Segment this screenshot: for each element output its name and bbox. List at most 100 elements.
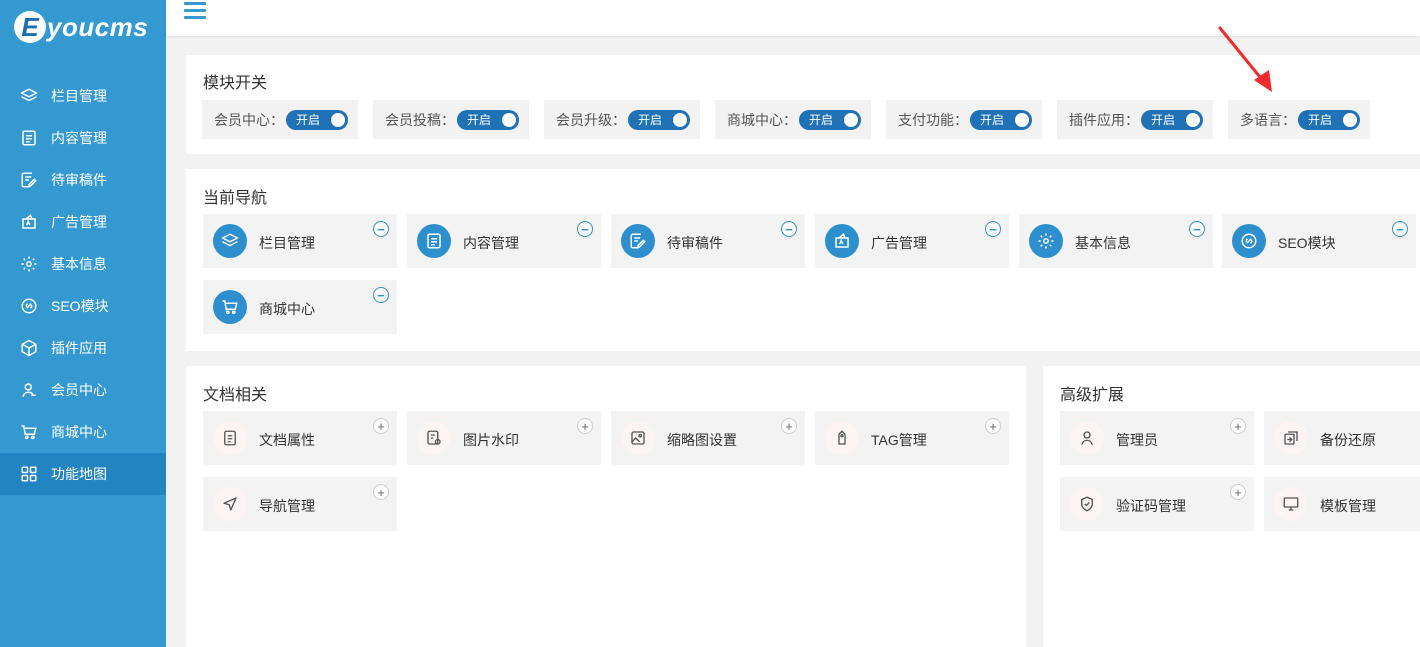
toggle-state: 开启: [809, 112, 834, 127]
remove-button[interactable]: −: [373, 221, 389, 237]
toggle-state: 开启: [1151, 112, 1176, 127]
switch-label: 商城中心：: [727, 111, 797, 128]
doc-card-thumbnail[interactable]: 缩略图设置 +: [611, 411, 805, 465]
toggle-switch[interactable]: 开启: [286, 109, 348, 130]
remove-button[interactable]: −: [1392, 221, 1408, 237]
sidebar-item-label: 功能地图: [51, 466, 107, 482]
monitor-icon: [1274, 487, 1308, 521]
toggle-switch[interactable]: 开启: [970, 109, 1032, 130]
nav-card-columns[interactable]: 栏目管理 −: [203, 214, 397, 268]
switch-multilanguage: 多语言： 开启: [1228, 100, 1370, 139]
toggle-switch[interactable]: 开启: [628, 109, 690, 130]
toggle-knob: [1343, 112, 1357, 127]
doc-card-attributes[interactable]: 文档属性 +: [203, 411, 397, 465]
switch-member-submission: 会员投稿： 开启: [373, 100, 529, 139]
nav-card-content[interactable]: 内容管理 −: [407, 214, 601, 268]
card-label: 待审稿件: [667, 235, 723, 251]
switch-label: 支付功能：: [898, 111, 968, 128]
switch-label: 会员中心：: [214, 111, 284, 128]
card-label: 内容管理: [463, 235, 519, 251]
cube-icon: [21, 339, 37, 357]
toggle-state: 开启: [296, 112, 321, 127]
card-label: 基本信息: [1075, 235, 1131, 251]
link-icon: [1232, 224, 1266, 258]
switch-payment: 支付功能： 开启: [886, 100, 1042, 139]
sidebar-item-basic-info[interactable]: 基本信息: [0, 243, 166, 285]
doc-card-navigation[interactable]: 导航管理 +: [203, 477, 397, 531]
sidebar-item-plugins[interactable]: 插件应用: [0, 327, 166, 369]
sidebar-item-label: 栏目管理: [51, 88, 107, 104]
nav-card-pending[interactable]: 待审稿件 −: [611, 214, 805, 268]
toggle-knob: [331, 112, 345, 127]
add-button[interactable]: +: [373, 484, 389, 500]
panel-title: 文档相关: [203, 387, 268, 404]
adv-card-backup[interactable]: 备份还原: [1264, 411, 1420, 465]
add-button[interactable]: +: [373, 418, 389, 434]
switch-member-center: 会员中心： 开启: [202, 100, 358, 139]
document-icon: [417, 224, 451, 258]
panel-title: 当前导航: [203, 190, 268, 207]
toggle-knob: [502, 112, 516, 127]
grid-icon: [21, 466, 37, 482]
card-label: 缩略图设置: [667, 432, 737, 448]
doc-card-watermark[interactable]: 图片水印 +: [407, 411, 601, 465]
toggle-knob: [1015, 112, 1029, 127]
sidebar-nav: 栏目管理 内容管理 待审稿件 广告管理 基本信息 SEO模块 插件应用 会员中心…: [0, 75, 166, 495]
card-label: 导航管理: [259, 498, 315, 514]
toggle-switch[interactable]: 开启: [1298, 109, 1360, 130]
switch-label: 会员升级：: [556, 111, 626, 128]
sidebar-item-ads[interactable]: 广告管理: [0, 201, 166, 243]
edit-doc-icon: [621, 224, 655, 258]
logo-mark: E: [14, 11, 46, 43]
nav-card-ads[interactable]: 广告管理 −: [815, 214, 1009, 268]
remove-button[interactable]: −: [373, 287, 389, 303]
add-button[interactable]: +: [985, 418, 1001, 434]
adv-card-admin[interactable]: 管理员 +: [1060, 411, 1254, 465]
sidebar-item-label: 插件应用: [51, 340, 107, 356]
sidebar-item-label: SEO模块: [51, 298, 109, 314]
card-label: 管理员: [1116, 432, 1158, 448]
remove-button[interactable]: −: [577, 221, 593, 237]
sidebar-item-shop[interactable]: 商城中心: [0, 411, 166, 453]
remove-button[interactable]: −: [781, 221, 797, 237]
toggle-switch[interactable]: 开启: [1141, 109, 1203, 130]
card-label: TAG管理: [871, 432, 927, 448]
toggle-knob: [844, 112, 858, 127]
add-button[interactable]: +: [1230, 418, 1246, 434]
menu-toggle-icon[interactable]: [184, 2, 206, 20]
add-button[interactable]: +: [577, 418, 593, 434]
layers-icon: [213, 224, 247, 258]
logo[interactable]: E youcms: [0, 0, 166, 54]
sidebar-item-columns[interactable]: 栏目管理: [0, 75, 166, 117]
doc-card-tags[interactable]: TAG管理 +: [815, 411, 1009, 465]
sidebar-item-members[interactable]: 会员中心: [0, 369, 166, 411]
sidebar-item-content[interactable]: 内容管理: [0, 117, 166, 159]
sidebar-item-function-map[interactable]: 功能地图: [0, 453, 166, 495]
layers-icon: [20, 88, 38, 102]
toggle-knob: [673, 112, 687, 127]
remove-button[interactable]: −: [985, 221, 1001, 237]
card-label: 商城中心: [259, 301, 315, 317]
sidebar-item-seo[interactable]: SEO模块: [0, 285, 166, 327]
nav-card-basic-info[interactable]: 基本信息 −: [1019, 214, 1213, 268]
sidebar-item-label: 会员中心: [51, 382, 107, 398]
card-label: 备份还原: [1320, 432, 1376, 448]
panel-title: 模块开关: [203, 75, 268, 92]
switch-plugins: 插件应用： 开启: [1057, 100, 1213, 139]
add-button[interactable]: +: [781, 418, 797, 434]
adv-card-templates[interactable]: 模板管理: [1264, 477, 1420, 531]
add-button[interactable]: +: [1230, 484, 1246, 500]
sidebar-item-pending[interactable]: 待审稿件: [0, 159, 166, 201]
ad-icon: [22, 214, 36, 229]
remove-button[interactable]: −: [1189, 221, 1205, 237]
navigation-icon: [213, 487, 247, 521]
toggle-switch[interactable]: 开启: [457, 109, 519, 130]
card-label: 模板管理: [1320, 498, 1376, 514]
toggle-switch[interactable]: 开启: [799, 109, 861, 130]
card-label: 文档属性: [259, 432, 315, 448]
sidebar: E youcms 栏目管理 内容管理 待审稿件 广告管理 基本信息 SEO模块: [0, 0, 166, 647]
adv-card-captcha[interactable]: 验证码管理 +: [1060, 477, 1254, 531]
image-icon: [621, 421, 655, 455]
nav-card-shop[interactable]: 商城中心 −: [203, 280, 397, 334]
nav-card-seo[interactable]: SEO模块 −: [1222, 214, 1416, 268]
